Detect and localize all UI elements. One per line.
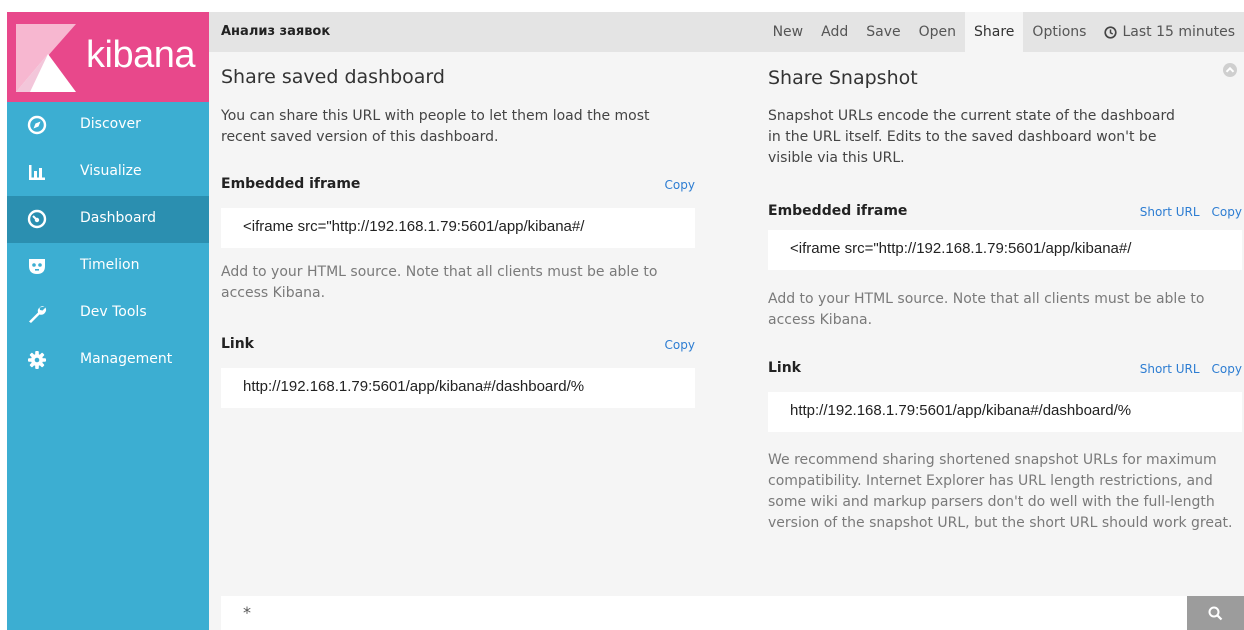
snapshot-link-copy-link[interactable]: Copy [1212, 362, 1242, 376]
sidebar-item-management[interactable]: Management [7, 337, 209, 384]
menu-share[interactable]: Share [965, 12, 1024, 52]
sidebar: kibana Discover Visualize Dashboard Time… [7, 12, 209, 630]
search-button[interactable] [1187, 596, 1244, 630]
snapshot-link-field[interactable]: http://192.168.1.79:5601/app/kibana#/das… [768, 392, 1242, 432]
app-frame: kibana Discover Visualize Dashboard Time… [0, 0, 1244, 630]
saved-iframe-field[interactable]: <iframe src="http://192.168.1.79:5601/ap… [221, 208, 695, 248]
compass-icon [27, 115, 47, 135]
saved-iframe-copy-link[interactable]: Copy [665, 178, 695, 192]
snapshot-iframe-field[interactable]: <iframe src="http://192.168.1.79:5601/ap… [768, 230, 1242, 270]
saved-link-copy-link[interactable]: Copy [665, 338, 695, 352]
sidebar-item-dev-tools[interactable]: Dev Tools [7, 290, 209, 337]
time-picker[interactable]: Last 15 minutes [1095, 12, 1244, 52]
kibana-logo[interactable]: kibana [7, 12, 209, 102]
snapshot-link-label: Link [768, 360, 801, 376]
sidebar-item-label: Management [80, 351, 173, 367]
gear-icon [28, 351, 46, 369]
sidebar-item-label: Discover [80, 116, 141, 132]
search-icon [1208, 606, 1223, 621]
sidebar-item-label: Dashboard [80, 210, 156, 226]
wrench-icon [29, 306, 47, 323]
sidebar-item-discover[interactable]: Discover [7, 102, 209, 149]
collapse-icon[interactable] [1222, 62, 1238, 78]
snapshot-link-short-url-link[interactable]: Short URL [1140, 362, 1200, 376]
bar-chart-icon [29, 165, 45, 180]
kibana-logo-icon [16, 24, 76, 92]
share-saved-title: Share saved dashboard [221, 66, 445, 88]
menu-open[interactable]: Open [910, 12, 965, 52]
snapshot-iframe-actions: Short URL Copy [1140, 205, 1242, 219]
share-snapshot-title: Share Snapshot [768, 67, 918, 89]
share-saved-description: You can share this URL with people to le… [221, 108, 650, 145]
saved-link-actions: Copy [665, 338, 695, 352]
top-menu: New Add Save Open Share Options Last 15 … [764, 12, 1244, 52]
time-picker-label: Last 15 minutes [1122, 24, 1235, 40]
sidebar-item-label: Visualize [80, 163, 142, 179]
sidebar-item-label: Timelion [80, 257, 140, 273]
sidebar-item-timelion[interactable]: Timelion [7, 243, 209, 290]
snapshot-iframe-note: Add to your HTML source. Note that all c… [768, 291, 1205, 328]
saved-link-field[interactable]: http://192.168.1.79:5601/app/kibana#/das… [221, 368, 695, 408]
sidebar-item-visualize[interactable]: Visualize [7, 149, 209, 196]
saved-link-label: Link [221, 336, 254, 352]
top-nav-bar: Анализ заявок New Add Save Open Share Op… [209, 12, 1244, 52]
timelion-mask-icon [29, 259, 45, 274]
saved-iframe-actions: Copy [665, 178, 695, 192]
dashboard-gauge-icon [27, 209, 47, 229]
share-panel: Share saved dashboard You can share this… [209, 52, 1244, 592]
saved-iframe-note: Add to your HTML source. Note that all c… [221, 264, 658, 301]
snapshot-iframe-copy-link[interactable]: Copy [1212, 205, 1242, 219]
share-snapshot-description: Snapshot URLs encode the current state o… [768, 108, 1175, 166]
clock-icon [1104, 25, 1118, 39]
menu-options[interactable]: Options [1023, 12, 1095, 52]
snapshot-recommend-note: We recommend sharing shortened snapshot … [768, 452, 1233, 531]
menu-save[interactable]: Save [857, 12, 909, 52]
snapshot-iframe-label: Embedded iframe [768, 203, 908, 219]
query-bar: * [209, 592, 1244, 630]
snapshot-link-actions: Short URL Copy [1140, 362, 1242, 376]
dashboard-title: Анализ заявок [221, 24, 331, 39]
sidebar-nav: Discover Visualize Dashboard Timelion De… [7, 102, 209, 384]
sidebar-item-label: Dev Tools [80, 304, 147, 320]
saved-iframe-label: Embedded iframe [221, 176, 361, 192]
sidebar-item-dashboard[interactable]: Dashboard [7, 196, 209, 243]
brand-name: kibana [86, 34, 195, 76]
menu-new[interactable]: New [764, 12, 813, 52]
snapshot-iframe-short-url-link[interactable]: Short URL [1140, 205, 1200, 219]
menu-add[interactable]: Add [812, 12, 857, 52]
query-input[interactable]: * [221, 596, 1187, 630]
